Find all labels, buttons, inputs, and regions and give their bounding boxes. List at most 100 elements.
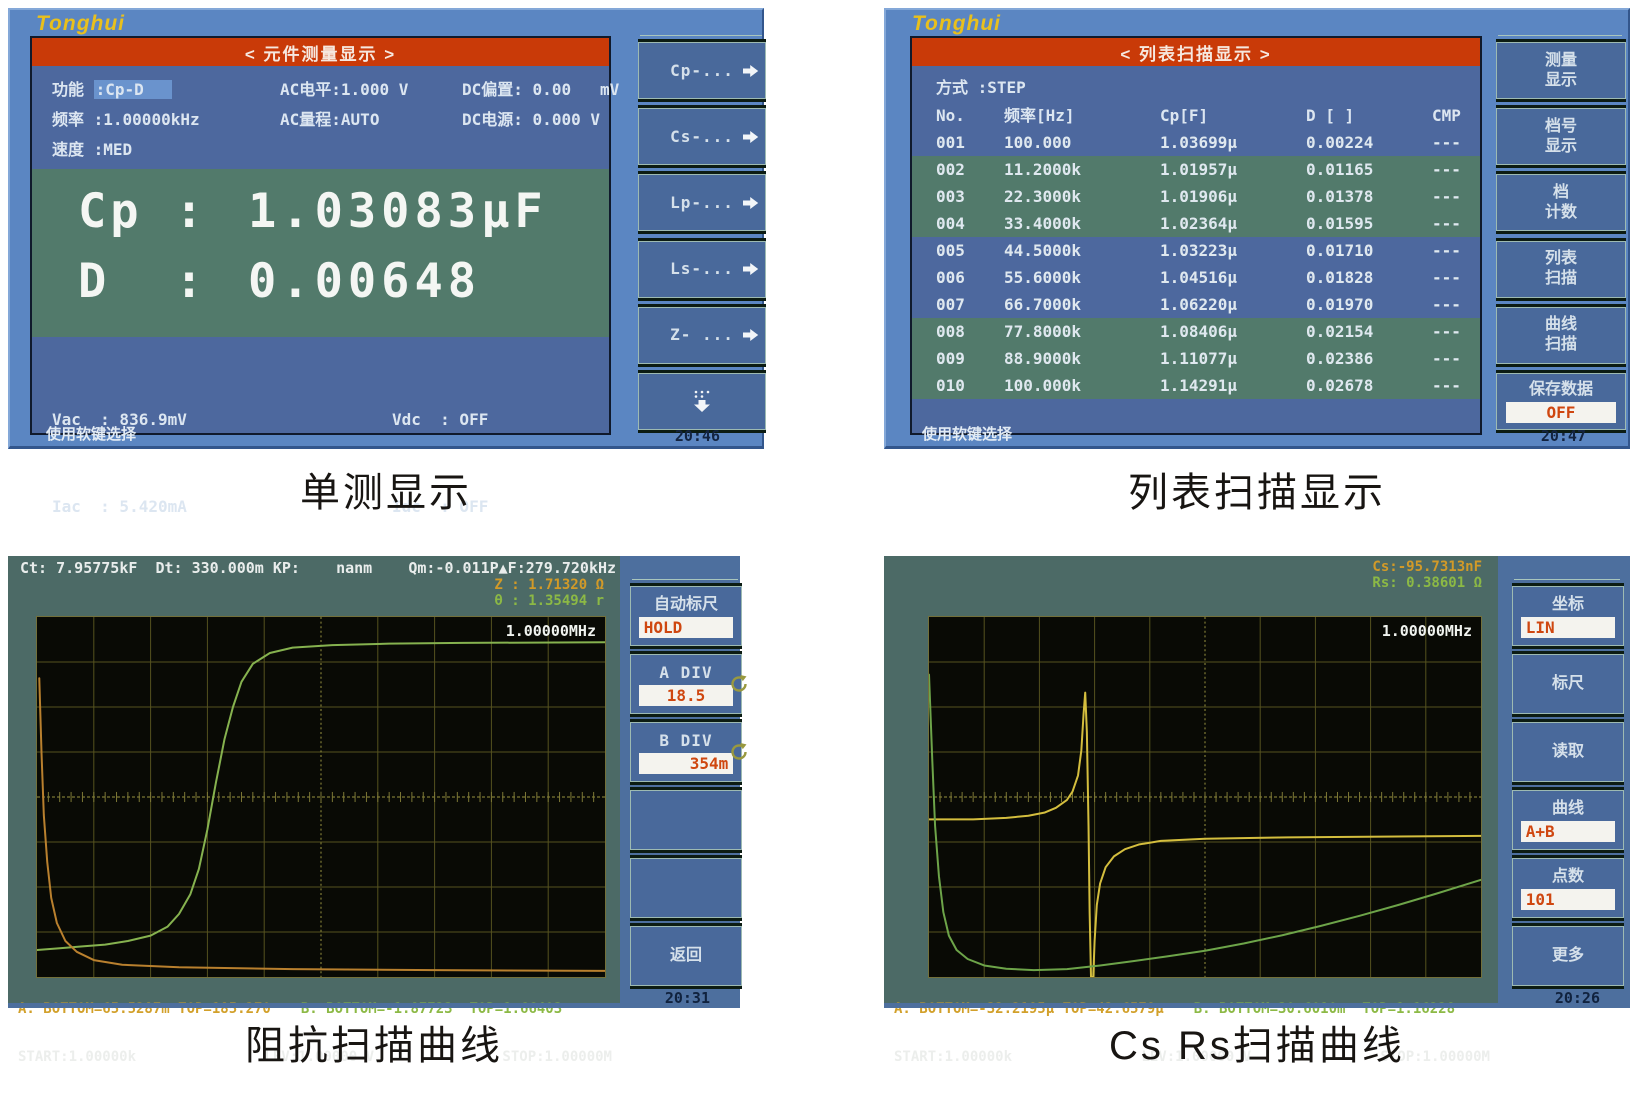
col-no: No. [936,106,965,125]
cell-cp: 1.11077μ [1160,349,1238,368]
monitor-vdc: Vdc : OFF [392,410,489,429]
cell-no: 004 [936,214,965,233]
softkey-value: 18.5 [638,684,734,706]
softkey-bin-count[interactable]: 档 计数 [1496,174,1626,232]
field-frequency: 频率 :1.00000kHz [52,110,200,129]
table-row: 009 88.9000k 1.11077μ 0.02386 --- [912,345,1480,372]
arrow-right-icon [743,196,759,210]
softkey-points[interactable]: 点数 101 [1512,858,1624,918]
softkey-blank-2[interactable] [630,858,742,918]
softkey-label: 点数 [1551,867,1584,885]
arrow-right-icon [743,130,759,144]
softkey-curve[interactable]: 曲线 A+B [1512,790,1624,850]
softkey-label: 档号 显示 [1544,117,1577,155]
cell-freq: 22.3000k [1004,187,1082,206]
status-hint: 使用软键选择 [922,426,1013,443]
trace-a-readout: Z : 1.71320 Ω [494,577,604,593]
cell-freq: 11.2000k [1004,160,1082,179]
cell-cmp: --- [1432,349,1461,368]
softkey-column: Cp-... Cs-... Lp-... Ls-... Z- ... [638,35,766,430]
cell-d: 0.01710 [1306,241,1374,260]
table-header: No. 频率[Hz] Cp[F] D [ ] CMP [912,102,1480,129]
softkey-curve-sweep[interactable]: 曲线 扫描 [1496,306,1626,364]
softkey-z[interactable]: Z- ... [638,306,766,364]
softkey-return[interactable]: 返回 [630,926,742,986]
sweep-screen: Ct: 7.95775kF Dt: 330.000m KP: nanm Qm:-… [8,556,620,1065]
trace-a-readout: Cs:-95.7313nF [1372,559,1482,575]
cell-cp: 1.14291μ [1160,376,1238,395]
table-row: 001 100.000 1.03699μ 0.00224 --- [912,129,1480,156]
cell-d: 0.01378 [1306,187,1374,206]
arrow-right-icon [743,262,759,276]
softkey-ls[interactable]: Ls-... [638,240,766,298]
col-freq: 频率[Hz] [1004,106,1075,125]
softkey-b-div[interactable]: B DIV 354m [630,722,747,782]
softkey-a-div[interactable]: A DIV 18.5 [630,654,747,714]
caption-impedance-sweep: 阻抗扫描曲线 [245,1024,503,1068]
cell-cp: 1.02364μ [1160,214,1238,233]
panel-component-measure: Tonghui < 元件测量显示 > 功能 :Cp-D AC电平:1.000 V… [8,8,766,603]
sweep-status-top: Ct: 7.95775kF Dt: 330.000m KP: nanm Qm:-… [20,559,616,615]
softkey-coordinate[interactable]: 坐标 LIN [1512,586,1624,646]
cell-cp: 1.06220μ [1160,295,1238,314]
cell-freq: 100.000k [1004,376,1082,395]
softkey-cp[interactable]: Cp-... [638,42,766,99]
marker-values: Ct: 7.95775kF Dt: 330.000m KP: nanm Qm:-… [20,559,499,577]
sweep-plot: 1.00000MHz [928,616,1482,978]
cell-no: 005 [936,241,965,260]
softkey-label: 标尺 [1551,675,1584,692]
marker-freq-label: 1.00000MHz [1381,622,1472,640]
page-title: < 列表扫描显示 > [912,38,1480,66]
cell-cp: 1.04516μ [1160,268,1238,287]
cell-freq: 77.8000k [1004,322,1082,341]
caption-single-measure: 单测显示 [300,471,472,515]
marker-freq-label: 1.00000MHz [505,622,596,640]
cell-cmp: --- [1432,376,1461,395]
softkey-label: A DIV [659,662,713,682]
page-title: < 元件测量显示 > [32,38,609,66]
softkey-scale[interactable]: 标尺 [1512,654,1624,714]
marker-frequency: ▲F:279.720kHz [498,559,617,577]
softkey-save-data[interactable]: 保存数据 OFF [1496,372,1626,430]
softkey-label: Cs-... [670,126,734,146]
softkey-label: Ls-... [670,259,734,279]
softkey-more[interactable] [638,372,766,430]
softkey-auto-scale[interactable]: 自动标尺 HOLD [630,586,742,646]
measure-screen: < 元件测量显示 > 功能 :Cp-D AC电平:1.000 V DC偏置: 0… [30,36,619,603]
marker-readout: Ct: 7.95775kF Dt: 330.000m KP: nanm Qm:-… [20,559,616,577]
cell-cmp: --- [1432,187,1461,206]
field-speed: 速度 :MED [52,140,133,159]
cell-freq: 44.5000k [1004,241,1082,260]
softkey-lp[interactable]: Lp-... [638,174,766,232]
softkey-value: 354m [638,752,734,774]
function-value: :Cp-D [93,80,172,99]
field-ac-range: AC量程:AUTO [280,110,380,129]
brand-logo: Tonghui [912,12,1002,35]
field-function: 功能 :Cp-D [52,75,280,105]
cell-no: 008 [936,322,965,341]
sweep-status-bottom: A: BOTTOM=65.5287m TOP=185.270 B: BOTTOM… [18,969,612,1065]
clock: 20:26 [1554,989,1600,1007]
cell-no: 001 [936,133,965,152]
softkey-read[interactable]: 读取 [1512,722,1624,782]
softkey-value: OFF [1505,401,1617,423]
softkey-more[interactable]: 更多 [1512,926,1624,986]
softkey-column: 坐标 LIN 标尺读取曲线 A+B 点数 101 更多 [1512,579,1624,986]
softkey-list-sweep[interactable]: 列表 扫描 [1496,240,1626,298]
softkey-column: 测量 显示档号 显示档 计数列表 扫描曲线 扫描保存数据 OFF [1496,35,1626,430]
sweep-screen: Cs:-95.7313nF Rs: 0.38601 Ω 1.00000MHz A… [884,556,1498,1065]
softkey-cs[interactable]: Cs-... [638,108,766,166]
field-ac-level: AC电平:1.000 V [280,80,409,99]
cell-freq: 55.6000k [1004,268,1082,287]
col-d: D [ ] [1306,106,1355,125]
softkey-bin-display[interactable]: 档号 显示 [1496,108,1626,166]
cell-cmp: --- [1432,214,1461,233]
cell-no: 007 [936,295,965,314]
table-body: 001 100.000 1.03699μ 0.00224 --- 002 11.2000k 1… [912,129,1480,399]
softkey-blank-1[interactable] [630,790,742,850]
cell-d: 0.01595 [1306,214,1374,233]
softkey-measure-display[interactable]: 测量 显示 [1496,42,1626,99]
sweep-plot: 1.00000MHz [36,616,606,978]
z-curve [39,678,605,971]
table-row: 005 44.5000k 1.03223μ 0.01710 --- [912,237,1480,264]
